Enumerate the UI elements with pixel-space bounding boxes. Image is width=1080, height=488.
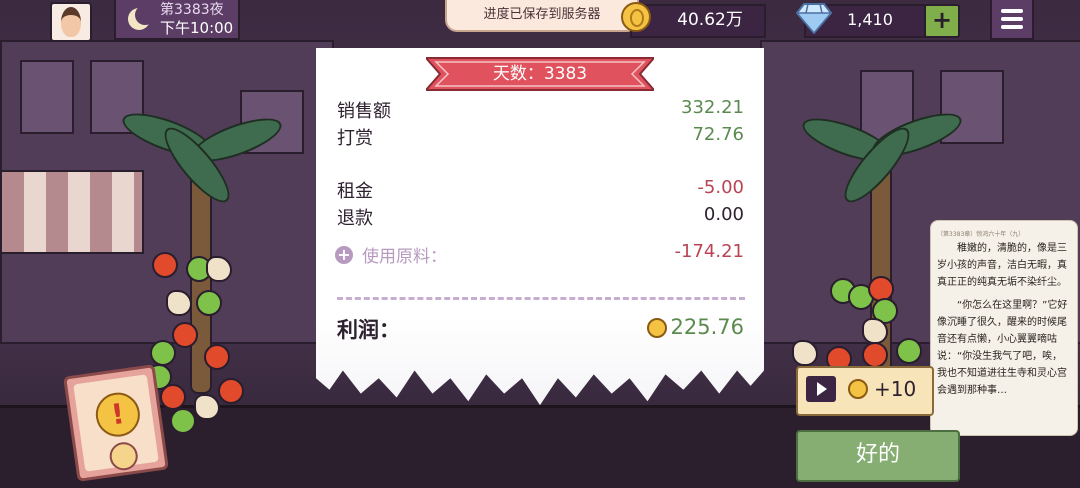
novel-reader-panel[interactable]: （第3383章）惊鸿六十年（九） 稚嫩的，清脆的，像是三岁小孩的声音，洁白无暇，… [930, 220, 1078, 436]
novel-paragraph-1: 稚嫩的，清脆的，像是三岁小孩的声音，洁白无暇，真真正正的纯真无垢不染纤尘。 [937, 243, 1067, 288]
day-night-label: 第3383夜 [160, 2, 224, 18]
receipt-divider [337, 297, 745, 300]
add-gems-button[interactable]: + [924, 4, 960, 38]
card-token-icon [107, 440, 140, 473]
clock-label: 下午10:00 [160, 19, 234, 37]
ingredients-label[interactable]: 使用原料： [362, 242, 447, 267]
rent-label: 租金 [337, 181, 373, 202]
avatar-face-icon [61, 7, 81, 37]
ingredients-value: -174.21 [674, 241, 744, 262]
moon-icon [126, 5, 155, 32]
coin-balance: 40.62万 [677, 10, 743, 30]
profit-value: 225.76 [670, 315, 744, 339]
day-time-panel: 第3383夜 下午10:00 [114, 0, 240, 40]
refund-label: 退款 [337, 208, 373, 229]
tips-value: 72.76 [692, 124, 744, 145]
gem-balance: 1,410 [847, 10, 893, 29]
ad-reward-amount: +10 [874, 377, 917, 401]
profit-coin-icon [647, 318, 667, 338]
refund-value: 0.00 [703, 204, 744, 225]
sales-value: 332.21 [681, 97, 744, 118]
novel-paragraph-2: “你怎么在这里啊？”它好像沉睡了很久，醒来的时候尾音还有点懒，小心翼翼嘀咕说：“… [937, 300, 1068, 396]
coin-icon [621, 2, 651, 32]
play-video-icon [806, 376, 836, 402]
reward-coin-icon [848, 379, 868, 399]
ok-button[interactable]: 好的 [796, 430, 960, 482]
player-avatar[interactable] [50, 2, 92, 42]
menu-button[interactable] [990, 0, 1034, 40]
novel-chapter-header: （第3383章）惊鸿六十年（九） [937, 231, 1025, 238]
alert-icon: ! [93, 389, 143, 440]
event-card[interactable]: ! [63, 364, 169, 482]
save-toast: 进度已保存到服务器 [445, 0, 639, 32]
day-title: 天数：3383 [492, 64, 588, 84]
hamburger-icon [1001, 9, 1023, 13]
rent-value: -5.00 [697, 177, 744, 198]
sales-label: 销售额 [337, 101, 391, 122]
tips-label: 打赏 [337, 128, 373, 149]
expand-ingredients-icon[interactable]: + [335, 246, 353, 264]
profit-label: 利润： [337, 318, 400, 342]
